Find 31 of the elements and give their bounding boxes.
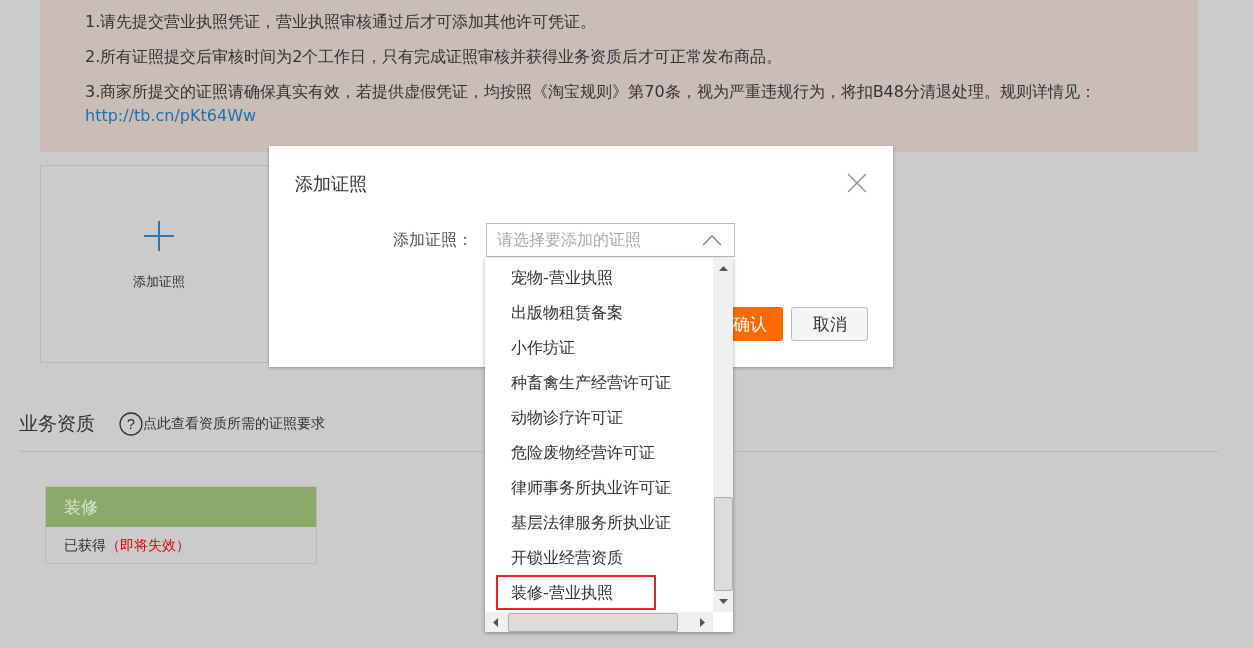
plus-icon [144, 221, 174, 251]
dropdown-option[interactable]: 基层法律服务所执业证 [485, 505, 695, 540]
help-icon[interactable]: ? [119, 412, 143, 436]
vertical-scrollbar[interactable] [713, 258, 733, 612]
left-arrow-icon[interactable] [493, 617, 498, 627]
field-label: 添加证照： [392, 229, 473, 251]
close-icon[interactable] [847, 173, 867, 193]
up-arrow-icon[interactable] [718, 266, 728, 271]
scroll-thumb[interactable] [713, 497, 733, 591]
horizontal-scrollbar[interactable] [485, 612, 713, 632]
notice-text: 1.请先提交营业执照凭证，营业执照审核通过后才可添加其他许可凭证。 [85, 11, 598, 33]
right-arrow-icon[interactable] [700, 617, 705, 627]
notice-text: 3.商家所提交的证照请确保真实有效，若提供虚假凭证，均按照《淘宝规则》第70条，视为严重违规行为，将扣B48分清退处理。规则详情见： http://tb.cn/pKt64Ww [85, 81, 1097, 127]
dropdown-option[interactable]: 装修-营业执照 [496, 575, 656, 610]
cancel-button[interactable]: 取消 [791, 307, 868, 341]
dropdown-option[interactable]: 律师事务所执业许可证 [485, 470, 695, 505]
scroll-thumb[interactable] [508, 612, 678, 632]
status-text: 已获得 [64, 537, 106, 553]
caret-icon [702, 234, 722, 246]
qualification-name: 装修 [46, 487, 316, 527]
down-arrow-icon[interactable] [718, 599, 728, 604]
dropdown-option[interactable]: 种畜禽生产经营许可证 [485, 365, 695, 400]
dropdown-option[interactable]: 开锁业经营资质 [485, 540, 695, 575]
dropdown-option[interactable]: 宠物-营业执照 [485, 260, 695, 295]
notice-text: 2.所有证照提交后审核时间为2个工作日，只有完成证照审核并获得业务资质后才可正常发布商品。 [85, 46, 784, 68]
dropdown-option[interactable]: 危险废物经营许可证 [485, 435, 695, 470]
dialog-title: 添加证照 [295, 172, 367, 196]
warning-text: （即将失效） [106, 537, 190, 553]
help-link[interactable]: 点此查看资质所需的证照要求 [143, 415, 325, 433]
section-title: 业务资质 [19, 411, 95, 436]
dropdown-option[interactable]: 动物诊疗许可证 [485, 400, 695, 435]
